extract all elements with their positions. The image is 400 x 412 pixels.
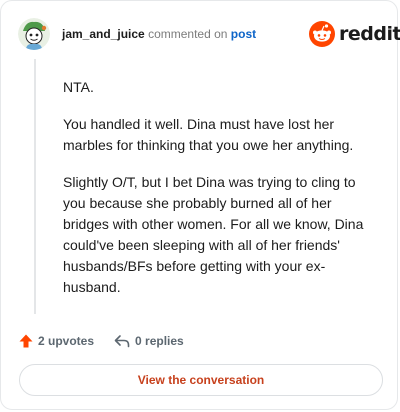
comment-paragraph: Slightly O/T, but I bet Dina was trying … <box>63 174 364 295</box>
upvote-count: 2 upvotes <box>38 334 95 348</box>
reddit-alien-icon <box>309 21 335 47</box>
reply-arrow-icon <box>114 335 130 348</box>
comment-actions: 2 upvotes 0 replies <box>19 331 184 351</box>
view-conversation-button[interactable]: View the conversation <box>19 364 383 396</box>
thread-line[interactable] <box>34 59 36 314</box>
reply-count: 0 replies <box>135 334 184 348</box>
upvote-arrow-icon <box>19 334 33 348</box>
reddit-wordmark: reddit <box>339 23 400 45</box>
user-avatar[interactable] <box>18 18 50 50</box>
comment-header: jam_and_juice commented on post <box>62 27 256 41</box>
comment-paragraph: NTA. <box>63 79 94 95</box>
reddit-logo[interactable]: reddit <box>309 20 400 48</box>
commented-on-text: commented on <box>148 27 228 41</box>
snoo-avatar-icon <box>18 18 50 50</box>
username-link[interactable]: jam_and_juice <box>62 27 145 41</box>
comment-body: NTA. You handled it well. Dina must have… <box>63 77 373 314</box>
upvote-button[interactable]: 2 upvotes <box>19 334 94 348</box>
replies-button[interactable]: 0 replies <box>114 334 184 348</box>
comment-embed-card: jam_and_juice commented on post reddit N… <box>0 0 400 410</box>
comment-paragraph: You handled it well. Dina must have lost… <box>63 116 354 153</box>
post-link[interactable]: post <box>231 27 256 41</box>
